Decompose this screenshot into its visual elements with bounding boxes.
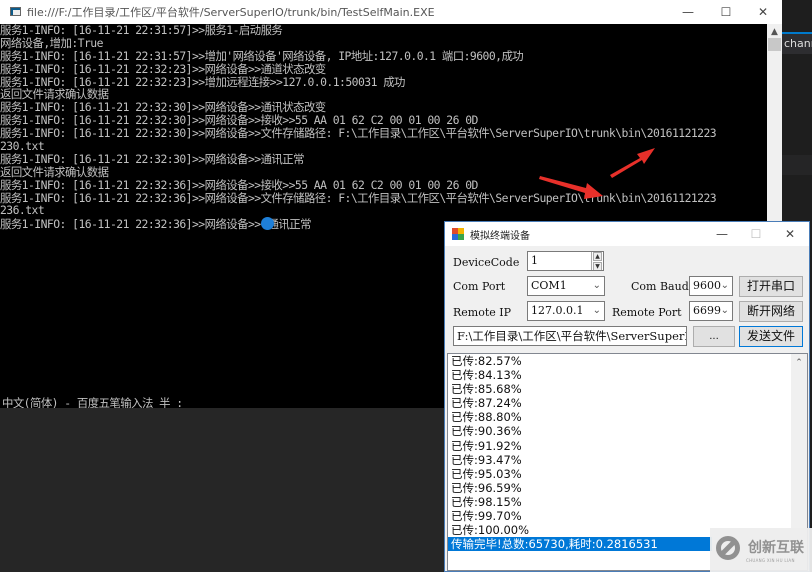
log-item[interactable]: 已传:88.80%: [448, 410, 807, 424]
dialog-close-button[interactable]: ✕: [773, 222, 807, 246]
minimize-button[interactable]: —: [670, 0, 706, 24]
chevron-down-icon: ⌄: [720, 305, 729, 316]
remote-ip-value: 127.0.0.1: [531, 304, 584, 317]
com-port-value: COM1: [531, 279, 567, 292]
watermark-logo-icon: [716, 536, 740, 560]
scroll-up-icon[interactable]: ⌃: [791, 354, 807, 368]
remote-ip-label: Remote IP: [453, 306, 512, 319]
com-baud-label: Com Baud: [631, 280, 689, 293]
console-line-suffix: 通讯正常: [267, 217, 312, 232]
console-line: 服务1-INFO: [16-11-21 22:32:36]>>网络设备>>文件存…: [0, 190, 717, 205]
console-line: 230.txt: [0, 139, 45, 154]
chevron-down-icon: ⌄: [592, 280, 601, 291]
console-line: 服务1-INFO: [16-11-21 22:32:30]>>网络设备>>文件存…: [0, 126, 717, 141]
console-title: file:///F:/工作目录/工作区/平台软件/ServerSuperIO/t…: [27, 6, 435, 19]
console-line: 服务1-INFO: [16-11-21 22:31:57]>>服务1-启动服务: [0, 24, 283, 37]
log-item[interactable]: 已传:98.15%: [448, 495, 807, 509]
simulated-terminal-dialog: 模拟终端设备 — ☐ ✕ DeviceCode 1 ▲ ▼ Com Port C…: [444, 221, 810, 572]
dialog-maximize-button: ☐: [750, 227, 762, 241]
remote-port-value: 6699: [693, 304, 721, 317]
log-item[interactable]: 已传:95.03%: [448, 467, 807, 481]
console-app-icon: [10, 7, 21, 16]
log-item[interactable]: 已传:90.36%: [448, 424, 807, 438]
dialog-titlebar[interactable]: 模拟终端设备 — ☐ ✕: [445, 222, 809, 246]
log-item-selected[interactable]: 传输完毕!总数:65730,耗时:0.2816531: [448, 537, 712, 552]
device-code-label: DeviceCode: [453, 256, 520, 269]
console-line-prefix: 服务1-INFO: [16-11-21 22:32:36]>>网络设备>>: [0, 217, 261, 232]
console-titlebar[interactable]: file:///F:/工作目录/工作区/平台软件/ServerSuperIO/t…: [0, 0, 782, 24]
log-item[interactable]: 已传:99.70%: [448, 509, 807, 523]
open-serial-button[interactable]: 打开串口: [739, 276, 803, 297]
scroll-up-icon[interactable]: ▲: [767, 26, 782, 38]
console-line: 服务1-INFO: [16-11-21 22:32:36]>>网络设备>>接收>…: [0, 177, 478, 192]
log-item[interactable]: 已传:91.92%: [448, 439, 807, 453]
com-port-label: Com Port: [453, 280, 506, 293]
mouse-cursor-indicator: [260, 217, 274, 231]
console-line: 服务1-INFO: [16-11-21 22:32:30]>>网络设备>>通讯正…: [0, 151, 305, 166]
ime-status: 中文(简体) - 百度五笔输入法 半 :: [2, 396, 183, 408]
send-file-button[interactable]: 发送文件: [739, 326, 803, 347]
log-item[interactable]: 已传:93.47%: [448, 453, 807, 467]
chevron-down-icon: ⌄: [720, 280, 729, 291]
log-item[interactable]: 已传:87.24%: [448, 396, 807, 410]
console-line: 服务1-INFO: [16-11-21 22:31:57]>>增加'网络设备'网…: [0, 48, 524, 63]
device-code-stepper[interactable]: 1 ▲ ▼: [527, 251, 604, 271]
file-path-input[interactable]: F:\工作目录\工作区\平台软件\ServerSuperIO\trunk\bin: [453, 326, 687, 346]
maximize-button[interactable]: ☐: [708, 0, 744, 24]
remote-port-select[interactable]: 6699 ⌄: [689, 301, 733, 321]
ide-highlight-band: [780, 155, 812, 175]
dialog-title: 模拟终端设备: [470, 231, 530, 242]
dialog-app-icon: [452, 228, 464, 240]
console-line: 服务1-INFO: [16-11-21 22:32:23]>>网络设备>>通道状…: [0, 61, 326, 76]
watermark-name: 创新互联: [748, 540, 804, 556]
log-item[interactable]: 已传:96.59%: [448, 481, 807, 495]
scroll-thumb[interactable]: [768, 38, 781, 51]
close-button[interactable]: ✕: [745, 0, 781, 24]
console-line: 236.txt: [0, 203, 45, 218]
ide-tab-channel[interactable]: channel: [780, 32, 812, 54]
remote-port-label: Remote Port: [612, 306, 682, 319]
log-item[interactable]: 已传:82.57%: [448, 354, 807, 368]
console-line: 网络设备,增加:True: [0, 35, 103, 50]
console-line: 服务1-INFO: [16-11-21 22:32:23]>>增加远程连接>>1…: [0, 74, 405, 89]
disconnect-network-button[interactable]: 断开网络: [739, 301, 803, 322]
watermark: 创新互联 CHUANG XIN HU LIAN: [710, 528, 812, 572]
spin-up-icon[interactable]: ▲: [593, 252, 602, 261]
remote-ip-select[interactable]: 127.0.0.1 ⌄: [527, 301, 605, 321]
browse-button[interactable]: ...: [693, 326, 735, 347]
console-line: 返回文件请求确认数据: [0, 164, 109, 179]
spin-down-icon[interactable]: ▼: [593, 262, 602, 270]
chevron-down-icon: ⌄: [592, 305, 601, 316]
device-code-value: 1: [531, 254, 538, 267]
dialog-minimize-button[interactable]: —: [705, 222, 739, 246]
com-baud-value: 9600: [693, 279, 721, 292]
device-code-spinner[interactable]: ▲ ▼: [591, 252, 603, 270]
log-item[interactable]: 已传:84.13%: [448, 368, 807, 382]
com-baud-select[interactable]: 9600 ⌄: [689, 276, 733, 296]
log-item[interactable]: 已传:85.68%: [448, 382, 807, 396]
watermark-subtitle: CHUANG XIN HU LIAN: [746, 558, 795, 563]
com-port-select[interactable]: COM1 ⌄: [527, 276, 605, 296]
